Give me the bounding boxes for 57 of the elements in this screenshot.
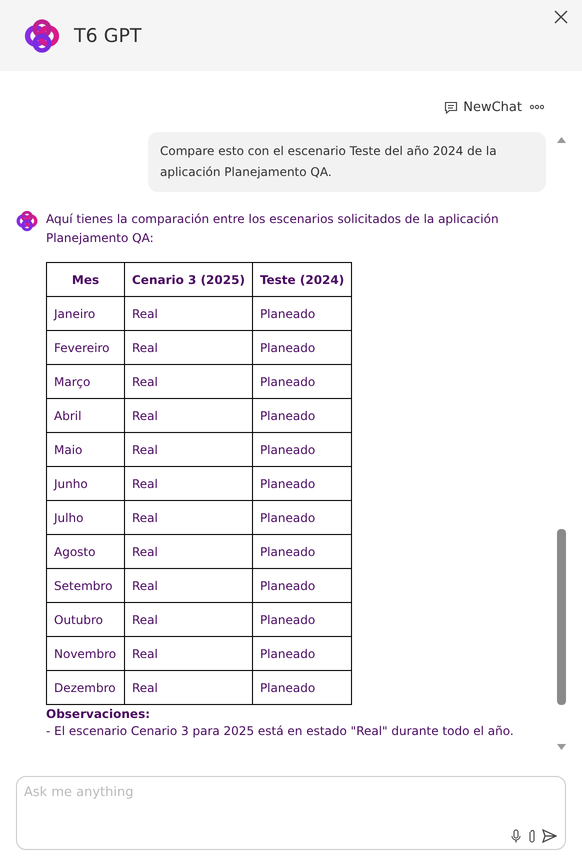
notes-heading: Observaciones: xyxy=(46,707,152,721)
new-chat-button[interactable]: NewChat xyxy=(444,100,522,114)
column-header: Teste (2024) xyxy=(252,262,352,296)
message-field[interactable]: Ask me anything xyxy=(16,776,566,850)
chat-icon xyxy=(444,100,458,114)
note-text: - El escenario Cenario 3 para 2025 está en estado "Real" durante todo el año. xyxy=(46,723,515,740)
table-cell: Real xyxy=(124,636,252,670)
table-cell: Real xyxy=(124,568,252,602)
table-cell: Planeado xyxy=(252,330,352,364)
table-cell: Planeado xyxy=(252,568,352,602)
table-cell: Dezembro xyxy=(46,670,124,704)
table-cell: Planeado xyxy=(252,534,352,568)
table-cell: Planeado xyxy=(252,602,352,636)
more-button[interactable] xyxy=(530,104,544,110)
table-cell: Real xyxy=(124,534,252,568)
scrollbar-thumb[interactable] xyxy=(556,529,566,705)
scroll-up-icon[interactable] xyxy=(556,137,566,143)
table-cell: Planeado xyxy=(252,636,352,670)
table-cell: Planeado xyxy=(252,432,352,466)
logo-icon xyxy=(16,210,38,232)
table-cell: Abril xyxy=(46,398,124,432)
column-header: Cenario 3 (2025) xyxy=(124,262,252,296)
table-cell: Setembro xyxy=(46,568,124,602)
table-cell: Real xyxy=(124,670,252,704)
send-icon[interactable] xyxy=(542,829,557,843)
user-message: Compare esto con el escenario Teste del año 2024 de la aplicación Planejamento QA. xyxy=(148,132,546,192)
microphone-icon[interactable] xyxy=(510,829,522,843)
table-cell: Janeiro xyxy=(46,296,124,330)
table-cell: Real xyxy=(124,466,252,500)
table-cell: Planeado xyxy=(252,500,352,534)
table-cell: Planeado xyxy=(252,364,352,398)
table-cell: Julho xyxy=(46,500,124,534)
table-cell: Novembro xyxy=(46,636,124,670)
bot-message: Aquí tienes la comparación entre los escenarios solicitados de la aplicación Planejamento QA: xyxy=(46,211,500,247)
table-cell: Agosto xyxy=(46,534,124,568)
table-cell: Real xyxy=(124,602,252,636)
table-cell: Junho xyxy=(46,466,124,500)
table-cell: Real xyxy=(124,500,252,534)
table-cell: Real xyxy=(124,330,252,364)
table-cell: Planeado xyxy=(252,670,352,704)
table-cell: Real xyxy=(124,432,252,466)
table-cell: Real xyxy=(124,296,252,330)
table-cell: Real xyxy=(124,398,252,432)
app-title: T6 GPT xyxy=(74,24,142,46)
table-cell: Planeado xyxy=(252,296,352,330)
table-cell: Fevereiro xyxy=(46,330,124,364)
logo-icon xyxy=(24,18,60,54)
table-cell: Planeado xyxy=(252,466,352,500)
table-cell: Real xyxy=(124,364,252,398)
table-cell: Outubro xyxy=(46,602,124,636)
table-cell: Planeado xyxy=(252,398,352,432)
table-cell: Maio xyxy=(46,432,124,466)
close-button[interactable] xyxy=(552,8,570,26)
scroll-down-icon[interactable] xyxy=(556,744,566,750)
table-cell: Março xyxy=(46,364,124,398)
attachment-icon[interactable] xyxy=(528,829,536,843)
column-header: Mes xyxy=(46,262,124,296)
